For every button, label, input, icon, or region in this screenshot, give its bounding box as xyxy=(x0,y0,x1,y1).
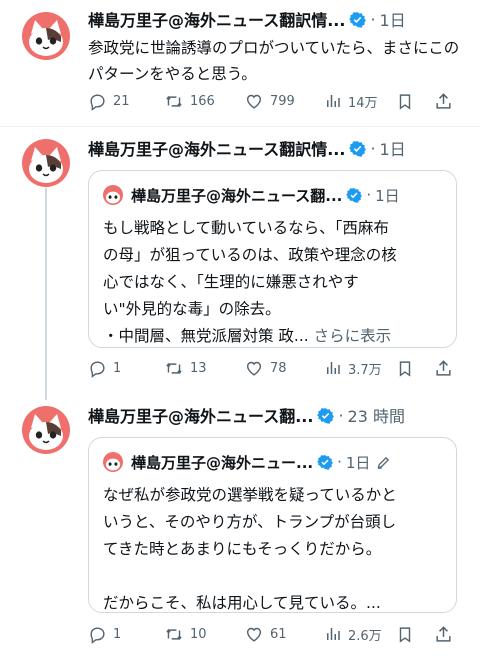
reply-button[interactable]: 21 xyxy=(88,92,130,111)
quoted-author-name: 樺島万里子@海外ニュー... xyxy=(131,453,314,472)
reply-icon xyxy=(90,626,105,644)
tweet-actions: 1 10 61 2.6万 xyxy=(88,622,466,646)
tweet-actions: 1 13 78 3.7万 xyxy=(88,356,466,380)
tweet-1[interactable]: 樺島万里子@海外ニュース翻訳情... · 1日 参政党に世論誘導のプロがついてい… xyxy=(0,0,480,126)
reply-icon xyxy=(90,93,105,111)
views-icon xyxy=(327,628,340,640)
tweet-header: 樺島万里子@海外ニュース翻... · 23 時間 xyxy=(88,403,466,427)
author-name[interactable]: 樺島万里子@海外ニュース翻訳情... xyxy=(88,136,345,160)
bookmark-icon xyxy=(399,93,411,110)
quoted-tweet[interactable]: 樺島万里子@海外ニュース翻... · 1日 もし戦略として動いているなら、「西麻… xyxy=(88,170,457,348)
heart-icon xyxy=(246,94,262,109)
retweet-count: 166 xyxy=(190,93,215,109)
share-icon xyxy=(436,625,451,642)
tweet-3[interactable]: 樺島万里子@海外ニュース翻... · 23 時間 樺島万里子@海外ニュー... … xyxy=(0,398,480,659)
retweet-button[interactable]: 10 xyxy=(164,625,207,644)
tweet-2[interactable]: 樺島万里子@海外ニュース翻訳情... · 1日 樺島万里子@海外ニュース翻...… xyxy=(0,127,480,400)
quoted-time: 1日 xyxy=(345,453,371,472)
like-button[interactable]: 799 xyxy=(244,92,295,111)
retweet-icon xyxy=(166,628,182,640)
views-count: 2.6万 xyxy=(348,628,382,644)
quoted-line: の母」が狙っているのは、政策や理念の核 xyxy=(103,246,397,264)
quoted-avatar xyxy=(103,185,123,205)
retweet-button[interactable]: 13 xyxy=(164,359,207,378)
views-count: 14万 xyxy=(348,95,378,111)
quoted-line-last: ・中間層、無党派層対策 政... さらに表示 xyxy=(103,323,444,350)
retweet-icon xyxy=(166,362,182,374)
verified-badge-icon xyxy=(349,140,367,157)
tweet-time[interactable]: 23 時間 xyxy=(348,403,405,427)
reply-button[interactable]: 1 xyxy=(88,359,121,378)
bookmark-icon xyxy=(399,626,411,643)
avatar[interactable] xyxy=(22,139,70,187)
tweet-time[interactable]: 1日 xyxy=(380,136,406,160)
retweet-icon xyxy=(166,95,182,107)
reply-icon xyxy=(90,360,105,378)
avatar[interactable] xyxy=(22,12,70,60)
share-button[interactable] xyxy=(434,92,453,111)
reply-count: 21 xyxy=(113,93,130,109)
bookmark-icon xyxy=(399,360,411,377)
quoted-tweet-header: 樺島万里子@海外ニュー... · 1日 xyxy=(103,451,446,473)
quoted-line: ・中間層、無党派層対策 政... xyxy=(103,327,309,345)
tweet-header: 樺島万里子@海外ニュース翻訳情... · 1日 xyxy=(88,7,466,31)
heart-icon xyxy=(246,627,262,642)
reply-count: 1 xyxy=(113,360,122,376)
tweet-time[interactable]: 1日 xyxy=(380,7,406,31)
bookmark-button[interactable] xyxy=(396,625,414,644)
views-icon xyxy=(327,95,340,107)
quoted-line: だからこそ、私は用心して見ている。... xyxy=(103,594,381,612)
quoted-author-name: 樺島万里子@海外ニュース翻... xyxy=(131,186,343,205)
avatar[interactable] xyxy=(22,406,70,454)
tweet-actions: 21 166 799 14万 xyxy=(88,89,466,113)
quoted-line: いうと、そのやり方が、トランプが台頭し xyxy=(103,513,397,531)
show-more-link[interactable]: さらに表示 xyxy=(314,327,392,345)
quoted-line: い"外見的な毒」の除去。 xyxy=(103,300,281,318)
like-button[interactable]: 78 xyxy=(244,359,287,378)
quoted-line: 心ではなく、「生理的に嫌悪されやす xyxy=(103,273,359,291)
verified-badge-icon xyxy=(317,454,334,470)
retweet-count: 13 xyxy=(190,360,207,376)
like-count: 799 xyxy=(270,93,295,109)
share-icon xyxy=(436,92,451,109)
share-button[interactable] xyxy=(434,359,453,378)
retweet-count: 10 xyxy=(190,626,207,642)
views-button[interactable]: 14万 xyxy=(324,92,378,111)
author-name[interactable]: 樺島万里子@海外ニュース翻... xyxy=(88,403,313,427)
quoted-text: なぜ私が参政党の選挙戦を疑っているかと いうと、そのやり方が、トランプが台頭し … xyxy=(103,482,444,617)
quoted-time: 1日 xyxy=(375,186,400,205)
verified-badge-icon xyxy=(349,11,367,28)
tweet-text: 参政党に世論誘導のプロがついていたら、まさにこのパターンをやると思う。 xyxy=(88,35,466,87)
bookmark-button[interactable] xyxy=(396,92,414,111)
share-button[interactable] xyxy=(434,625,453,644)
views-icon xyxy=(327,362,340,374)
share-icon xyxy=(436,359,451,376)
bookmark-button[interactable] xyxy=(396,359,414,378)
quoted-tweet-header: 樺島万里子@海外ニュース翻... · 1日 xyxy=(103,184,446,206)
like-count: 61 xyxy=(270,626,287,642)
heart-icon xyxy=(246,361,262,376)
reply-button[interactable]: 1 xyxy=(88,625,121,644)
like-button[interactable]: 61 xyxy=(244,625,287,644)
quoted-line-blank xyxy=(103,563,444,590)
views-count: 3.7万 xyxy=(348,362,382,378)
edited-pencil-icon xyxy=(376,455,391,470)
verified-badge-icon xyxy=(317,407,335,424)
tweet-header: 樺島万里子@海外ニュース翻訳情... · 1日 xyxy=(88,136,466,160)
quoted-line: てきた時とあまりにもそっくりだから。 xyxy=(103,540,382,558)
quoted-text: もし戦略として動いているなら、「西麻布 の母」が狙っているのは、政策や理念の核 … xyxy=(103,215,444,350)
quoted-line: もし戦略として動いているなら、「西麻布 xyxy=(103,219,389,237)
reply-count: 1 xyxy=(113,626,122,642)
verified-badge-icon xyxy=(346,187,363,203)
views-button[interactable]: 2.6万 xyxy=(324,625,382,644)
tweet-text-content: 参政党に世論誘導のプロがついていたら、まさにこのパターンをやると思う。 xyxy=(88,39,460,83)
views-button[interactable]: 3.7万 xyxy=(324,359,382,378)
like-count: 78 xyxy=(270,360,287,376)
quoted-avatar xyxy=(103,452,123,472)
retweet-button[interactable]: 166 xyxy=(164,92,215,111)
author-name[interactable]: 樺島万里子@海外ニュース翻訳情... xyxy=(88,7,345,31)
quoted-tweet[interactable]: 樺島万里子@海外ニュー... · 1日 なぜ私が参政党の選挙戦を疑っているかと … xyxy=(88,437,457,613)
quoted-line: なぜ私が参政党の選挙戦を疑っているかと xyxy=(103,486,397,504)
